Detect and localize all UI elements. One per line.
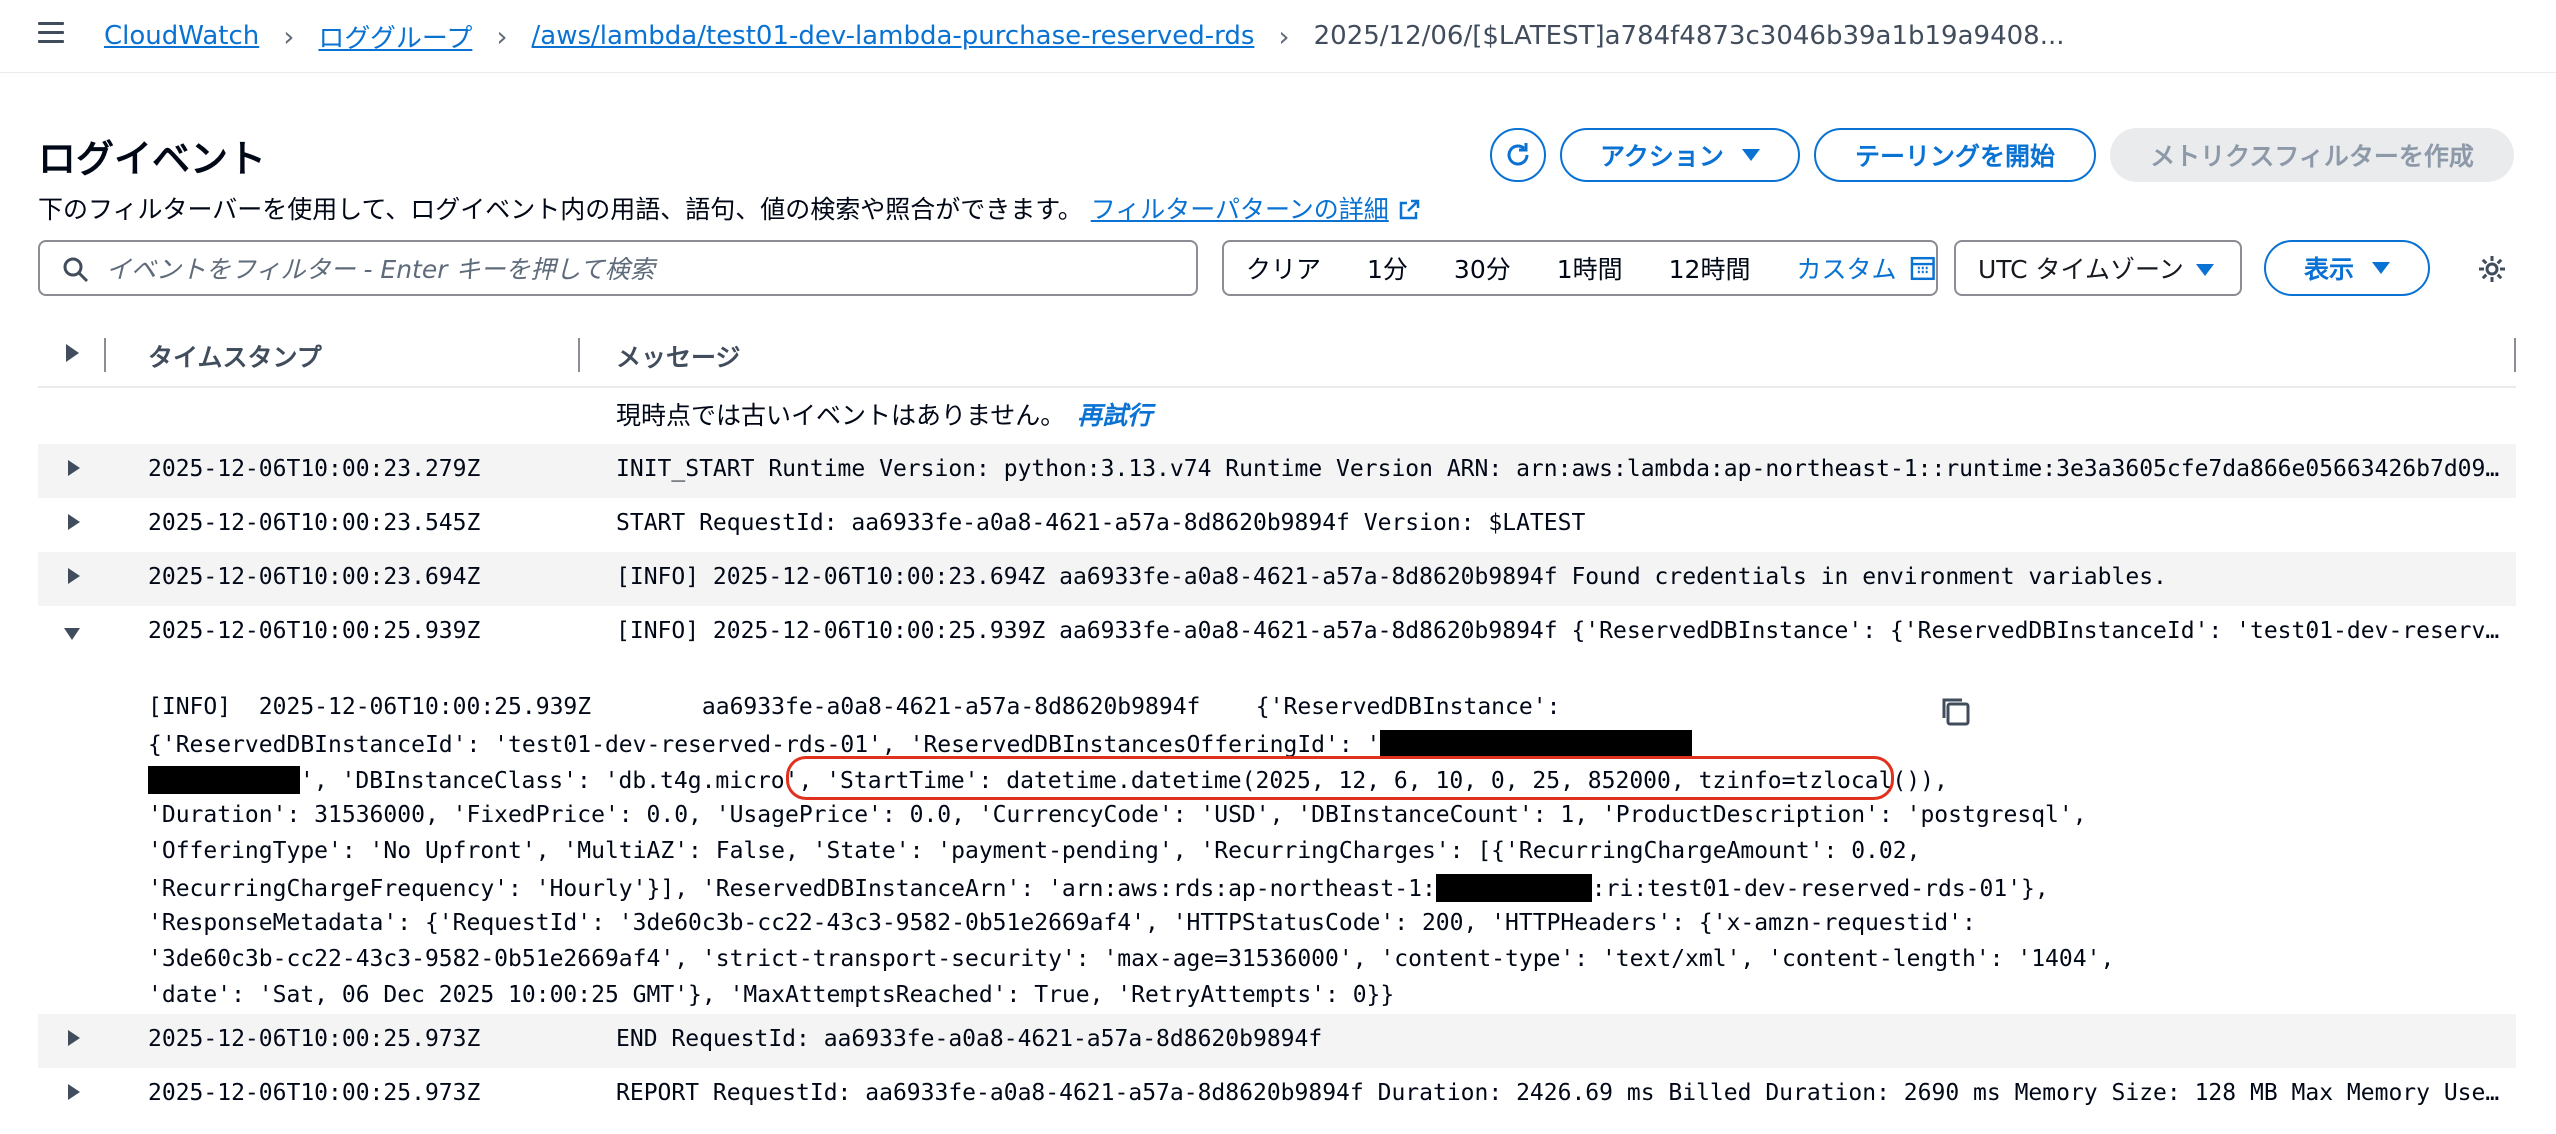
collapse-row-icon[interactable]	[64, 628, 80, 640]
row-timestamp: 2025-12-06T10:00:23.694Z	[148, 564, 481, 590]
range-1h[interactable]: 1時間	[1557, 250, 1623, 286]
starttime-highlight	[786, 756, 1894, 800]
caret-down-icon	[2372, 262, 2390, 274]
row-timestamp: 2025-12-06T10:00:25.973Z	[148, 1080, 481, 1106]
redacted-block	[1380, 730, 1693, 758]
caret-down-icon	[2196, 264, 2214, 276]
retry-link[interactable]: 再試行	[1077, 401, 1152, 430]
detail-line: 'Duration': 31536000, 'FixedPrice': 0.0,…	[148, 802, 2087, 828]
gear-icon[interactable]	[2476, 253, 2508, 285]
row-timestamp: 2025-12-06T10:00:23.545Z	[148, 510, 481, 536]
breadcrumb-log-group[interactable]: /aws/lambda/test01-dev-lambda-purchase-r…	[532, 21, 1255, 51]
expand-row-icon[interactable]	[68, 1030, 80, 1046]
breadcrumb-log-groups[interactable]: ロググループ	[318, 18, 472, 55]
detail-line: 'RecurringChargeFrequency': 'Hourly'}], …	[148, 874, 2049, 902]
breadcrumb: CloudWatch › ロググループ › /aws/lambda/test01…	[104, 16, 2065, 56]
expanded-log-detail: [INFO] 2025-12-06T10:00:25.939Z aa6933fe…	[38, 660, 2516, 1014]
chevron-right-icon: ›	[283, 19, 295, 53]
redacted-block	[148, 766, 300, 794]
redacted-block	[1435, 874, 1592, 902]
menu-icon[interactable]	[38, 22, 64, 44]
row-message: [INFO] 2025-12-06T10:00:23.694Z aa6933fe…	[616, 564, 2167, 590]
search-icon	[63, 257, 89, 283]
table-row[interactable]: 2025-12-06T10:00:23.279Z INIT_START Runt…	[38, 444, 2516, 498]
page-description: 下のフィルターバーを使用して、ログイベント内の用語、語句、値の検索や照合ができま…	[38, 190, 1421, 226]
table-row[interactable]: 2025-12-06T10:00:25.973Z REPORT RequestI…	[38, 1068, 2516, 1122]
breadcrumb-bar: CloudWatch › ロググループ › /aws/lambda/test01…	[0, 0, 2556, 73]
row-message: REPORT RequestId: aa6933fe-a0a8-4621-a57…	[616, 1080, 2508, 1106]
detail-text: {'ReservedDBInstanceId': 'test01-dev-res…	[148, 732, 1381, 758]
detail-line: 'date': 'Sat, 06 Dec 2025 10:00:25 GMT'}…	[148, 982, 1395, 1008]
caret-down-icon	[1741, 149, 1760, 161]
chevron-right-icon: ›	[496, 19, 508, 53]
row-timestamp: 2025-12-06T10:00:25.939Z	[148, 618, 481, 644]
range-clear[interactable]: クリア	[1246, 250, 1321, 286]
expand-row-icon[interactable]	[68, 568, 80, 584]
table-row[interactable]: 2025-12-06T10:00:25.939Z [INFO] 2025-12-…	[38, 606, 2516, 660]
display-button[interactable]: 表示	[2264, 240, 2430, 296]
event-filter-box	[38, 240, 1198, 296]
detail-text: 'RecurringChargeFrequency': 'Hourly'}], …	[148, 876, 1436, 902]
timezone-select[interactable]: UTC タイムゾーン	[1954, 240, 2242, 296]
column-divider[interactable]	[104, 338, 106, 372]
row-message: START RequestId: aa6933fe-a0a8-4621-a57a…	[616, 510, 1586, 536]
row-timestamp: 2025-12-06T10:00:23.279Z	[148, 456, 481, 482]
filter-pattern-link[interactable]: フィルターパターンの詳細	[1091, 195, 1421, 224]
expand-row-icon[interactable]	[68, 460, 80, 476]
column-timestamp[interactable]: タイムスタンプ	[148, 338, 322, 374]
filter-pattern-link-label: フィルターパターンの詳細	[1090, 195, 1389, 224]
table-row[interactable]: 2025-12-06T10:00:23.694Z [INFO] 2025-12-…	[38, 552, 2516, 606]
range-12h[interactable]: 12時間	[1669, 250, 1751, 286]
description-text: 下のフィルターバーを使用して、ログイベント内の用語、語句、値の検索や照合ができま…	[38, 195, 1083, 224]
refresh-icon	[1507, 143, 1529, 166]
create-metric-filter-button[interactable]: メトリクスフィルターを作成	[2110, 128, 2514, 182]
notice-text: 現時点では古いイベントはありません。	[616, 401, 1066, 430]
no-older-events-notice: 現時点では古いイベントはありません。 再試行	[616, 396, 1152, 432]
column-divider[interactable]	[2514, 338, 2516, 372]
table-header: タイムスタンプ メッセージ	[38, 326, 2516, 388]
refresh-button[interactable]	[1490, 128, 1546, 182]
actions-button[interactable]: アクション	[1560, 128, 1800, 182]
external-link-icon	[1399, 199, 1419, 220]
table-row[interactable]: 2025-12-06T10:00:25.973Z END RequestId: …	[38, 1014, 2516, 1068]
time-range-selector: クリア 1分 30分 1時間 12時間 カスタム	[1222, 240, 1938, 296]
calendar-icon[interactable]	[1910, 255, 1936, 281]
expand-row-icon[interactable]	[68, 1084, 80, 1100]
event-filter-input[interactable]	[104, 250, 1188, 288]
page-title: ログイベント	[38, 137, 267, 181]
row-message: [INFO] 2025-12-06T10:00:25.939Z aa6933fe…	[616, 618, 2508, 644]
breadcrumb-cloudwatch[interactable]: CloudWatch	[104, 21, 259, 51]
copy-icon[interactable]	[1938, 694, 1972, 728]
table-row[interactable]: 2025-12-06T10:00:23.545Z START RequestId…	[38, 498, 2516, 552]
chevron-right-icon: ›	[1278, 19, 1290, 53]
expand-all-icon[interactable]	[66, 344, 79, 362]
timezone-value: UTC タイムゾーン	[1978, 255, 2184, 284]
expand-row-icon[interactable]	[68, 514, 80, 530]
range-custom[interactable]: カスタム	[1796, 250, 1896, 286]
detail-text: ', 'DBInstanceClass': 'db.t4g.micro',	[300, 768, 827, 794]
detail-text: :ri:test01-dev-reserved-rds-01'},	[1591, 876, 2049, 902]
actions-button-label: アクション	[1600, 142, 1724, 171]
detail-line: [INFO] 2025-12-06T10:00:25.939Z aa6933fe…	[148, 694, 1561, 720]
breadcrumb-log-stream: 2025/12/06/[$LATEST]a784f4873c3046b39a1b…	[1313, 21, 2065, 51]
detail-line: {'ReservedDBInstanceId': 'test01-dev-res…	[148, 730, 1693, 758]
detail-line: 'OfferingType': 'No Upfront', 'MultiAZ':…	[148, 838, 1921, 864]
row-message: INIT_START Runtime Version: python:3.13.…	[616, 456, 2508, 482]
start-tailing-button[interactable]: テーリングを開始	[1814, 128, 2096, 182]
range-1m[interactable]: 1分	[1367, 250, 1408, 286]
display-button-label: 表示	[2303, 255, 2354, 284]
column-message[interactable]: メッセージ	[616, 338, 741, 374]
range-30m[interactable]: 30分	[1454, 250, 1511, 286]
row-message: END RequestId: aa6933fe-a0a8-4621-a57a-8…	[616, 1026, 1323, 1052]
detail-line: '3de60c3b-cc22-43c3-9582-0b51e2669af4', …	[148, 946, 2115, 972]
column-divider[interactable]	[578, 338, 580, 372]
row-timestamp: 2025-12-06T10:00:25.973Z	[148, 1026, 481, 1052]
detail-line: 'ResponseMetadata': {'RequestId': '3de60…	[148, 910, 1976, 936]
